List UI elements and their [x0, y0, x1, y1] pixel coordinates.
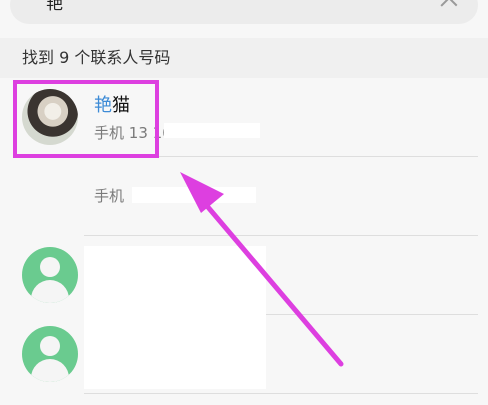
list-item[interactable]: 手机	[0, 157, 488, 236]
results-section-header: 找到 9 个联系人号码	[0, 38, 488, 78]
redaction-block	[164, 123, 260, 138]
search-bar: 艳	[0, 0, 488, 38]
search-input[interactable]: 艳	[46, 0, 63, 14]
results-count-label: 找到 9 个联系人号码	[22, 48, 171, 67]
contact-phone: 手机	[94, 187, 124, 205]
redaction-block	[84, 246, 266, 389]
highlight-box	[13, 80, 159, 158]
close-icon[interactable]	[440, 0, 458, 6]
redaction-block	[132, 187, 256, 203]
avatar	[22, 247, 78, 303]
phone-label: 手机	[94, 187, 125, 205]
avatar	[22, 326, 78, 382]
divider	[84, 393, 478, 394]
search-field[interactable]: 艳	[10, 0, 478, 24]
